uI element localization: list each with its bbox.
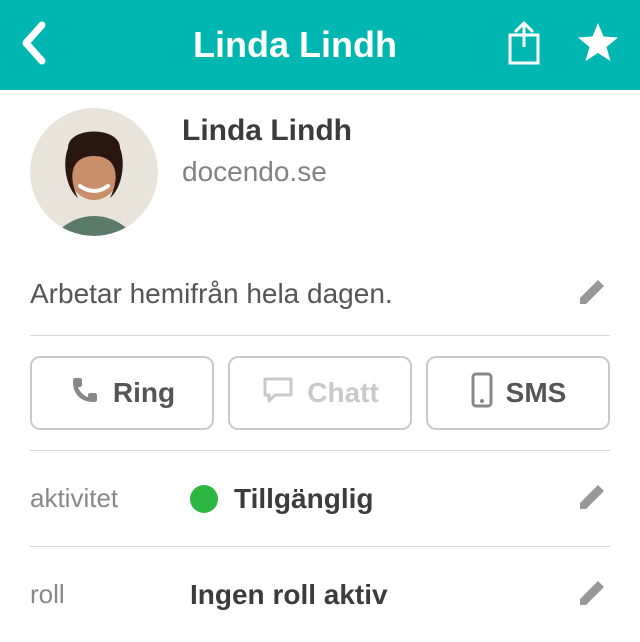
chat-button[interactable]: Chatt xyxy=(228,356,412,430)
avatar xyxy=(30,108,158,236)
status-message: Arbetar hemifrån hela dagen. xyxy=(30,278,393,310)
role-label: roll xyxy=(30,579,170,610)
profile-org: docendo.se xyxy=(182,156,352,188)
back-icon[interactable] xyxy=(20,21,48,70)
page-title: Linda Lindh xyxy=(120,24,470,66)
chat-icon xyxy=(261,375,295,412)
phone-icon xyxy=(69,374,101,413)
sms-button[interactable]: SMS xyxy=(426,356,610,430)
sms-label: SMS xyxy=(506,377,567,409)
chat-label: Chatt xyxy=(307,377,379,409)
star-icon[interactable] xyxy=(576,21,620,70)
share-icon[interactable] xyxy=(504,19,544,72)
pencil-icon[interactable] xyxy=(576,479,610,518)
activity-value: Tillgänglig xyxy=(234,483,373,515)
status-dot-icon xyxy=(190,485,218,513)
profile-name: Linda Lindh xyxy=(182,114,352,148)
call-button[interactable]: Ring xyxy=(30,356,214,430)
app-header: Linda Lindh xyxy=(0,0,640,90)
mobile-icon xyxy=(470,372,494,415)
pencil-icon[interactable] xyxy=(576,575,610,614)
profile-section: Linda Lindh docendo.se xyxy=(30,108,610,256)
pencil-icon[interactable] xyxy=(576,274,610,313)
status-message-row: Arbetar hemifrån hela dagen. xyxy=(30,256,610,335)
activity-row: aktivitet Tillgänglig xyxy=(30,451,610,546)
call-label: Ring xyxy=(113,377,175,409)
activity-label: aktivitet xyxy=(30,483,170,514)
role-value: Ingen roll aktiv xyxy=(190,579,388,611)
role-row: roll Ingen roll aktiv xyxy=(30,547,610,642)
action-buttons: Ring Chatt SMS xyxy=(30,336,610,450)
